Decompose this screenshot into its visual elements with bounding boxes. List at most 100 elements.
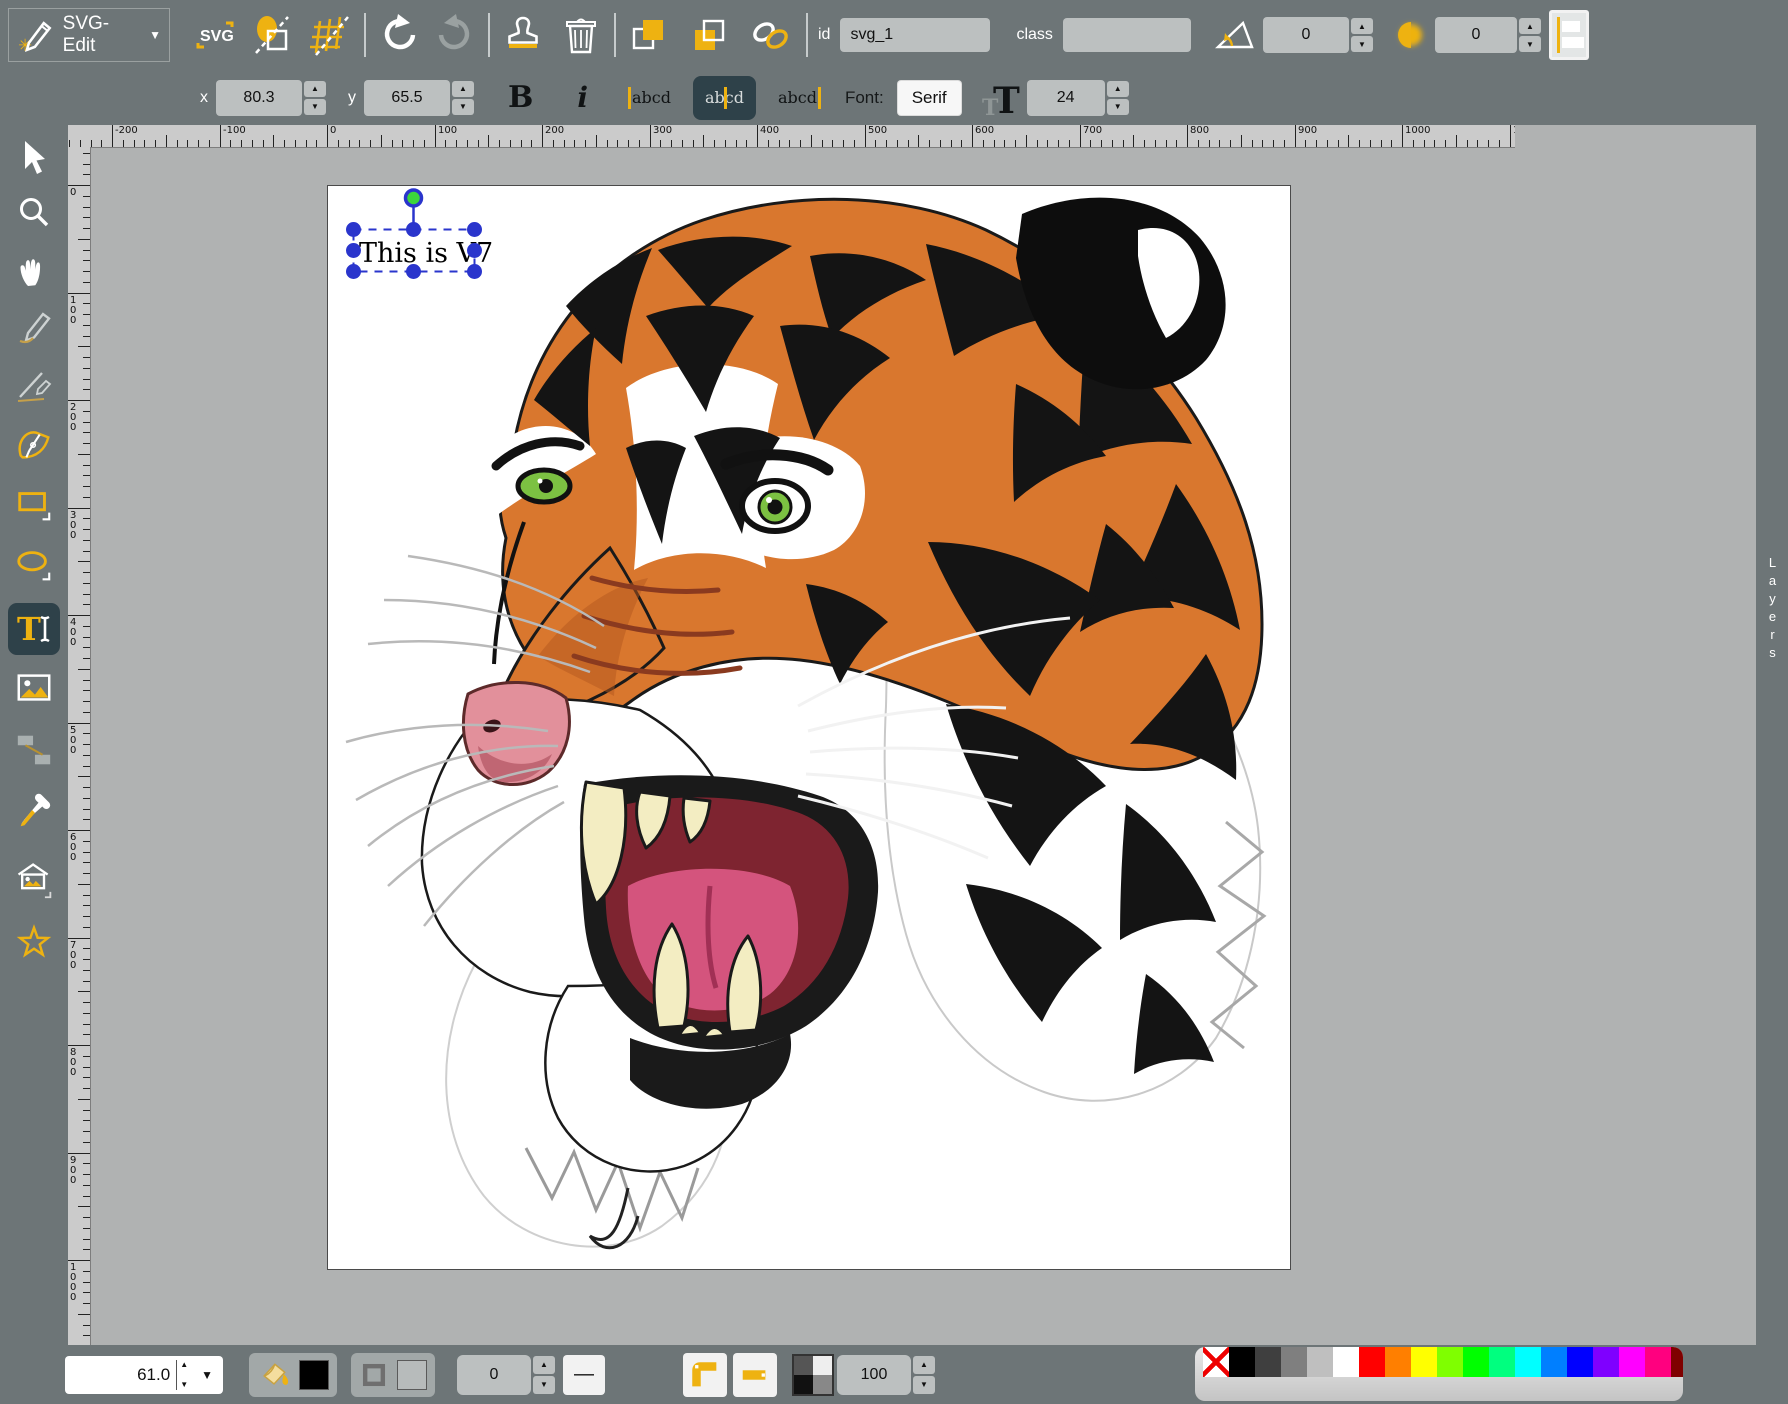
editor-preferences-button[interactable] <box>306 11 354 59</box>
palette-swatch[interactable] <box>1463 1347 1489 1377</box>
y-increment-button[interactable]: ▲ <box>452 81 474 97</box>
palette-swatch[interactable] <box>1645 1347 1671 1377</box>
tool-zoom[interactable] <box>14 193 54 233</box>
resize-handle-s[interactable] <box>406 264 421 279</box>
resize-handle-nw[interactable] <box>346 222 361 237</box>
align-button[interactable] <box>1549 10 1589 60</box>
resize-handle-e[interactable] <box>467 243 482 258</box>
blur-input[interactable]: 0 <box>1435 17 1517 53</box>
tool-text[interactable]: T <box>8 603 60 655</box>
tool-pencil[interactable] <box>14 307 54 347</box>
tool-line[interactable] <box>14 365 54 405</box>
palette-swatch[interactable] <box>1281 1347 1307 1377</box>
resize-handle-w[interactable] <box>346 243 361 258</box>
palette-swatch-none[interactable] <box>1203 1347 1229 1377</box>
tool-star[interactable] <box>14 923 54 963</box>
delete-button[interactable] <box>558 12 604 58</box>
font-size-decrement-button[interactable]: ▼ <box>1107 99 1129 115</box>
fill-color-swatch[interactable] <box>299 1360 329 1390</box>
text-anchor-end-button[interactable]: abcd <box>772 76 823 120</box>
palette-swatch[interactable] <box>1229 1347 1255 1377</box>
stroke-width-decrement-button[interactable]: ▼ <box>533 1376 555 1394</box>
text-anchor-start-button[interactable]: abcd <box>626 76 677 120</box>
angle-input[interactable]: 0 <box>1263 17 1349 53</box>
resize-handle-n[interactable] <box>406 222 421 237</box>
blur-decrement-button[interactable]: ▼ <box>1519 36 1541 52</box>
ruler-label: -200 <box>115 126 138 136</box>
move-to-back-button[interactable] <box>686 12 732 58</box>
tool-pan[interactable] <box>14 249 54 289</box>
stroke-width-input[interactable]: 0 <box>457 1355 531 1395</box>
opacity-input[interactable]: 100 <box>837 1355 911 1395</box>
palette-swatch[interactable] <box>1411 1347 1437 1377</box>
element-class-input[interactable] <box>1063 18 1191 52</box>
angle-decrement-button[interactable]: ▼ <box>1351 36 1373 52</box>
ruler-tick <box>381 135 382 147</box>
svg-canvas[interactable]: This is V7 <box>327 185 1291 1270</box>
move-to-front-button[interactable] <box>626 12 672 58</box>
text-anchor-middle-button[interactable]: abcd <box>693 76 756 120</box>
zoom-decrement-button[interactable]: ▼ <box>180 1381 188 1389</box>
source-editor-button[interactable]: SVG <box>192 13 238 57</box>
stroke-color-swatch[interactable] <box>397 1360 427 1390</box>
element-id-input[interactable]: svg_1 <box>840 18 990 52</box>
ruler-tick <box>392 140 393 147</box>
tool-rect[interactable] <box>14 485 54 525</box>
palette-swatch[interactable] <box>1593 1347 1619 1377</box>
stroke-width-increment-button[interactable]: ▲ <box>533 1356 555 1374</box>
font-size-increment-button[interactable]: ▲ <box>1107 81 1129 97</box>
clone-button[interactable] <box>500 12 546 58</box>
palette-swatch[interactable] <box>1255 1347 1281 1377</box>
palette-swatch[interactable] <box>1489 1347 1515 1377</box>
zoom-increment-button[interactable]: ▲ <box>180 1361 188 1369</box>
tool-ellipse[interactable] <box>14 545 54 585</box>
resize-handle-se[interactable] <box>467 264 482 279</box>
italic-button[interactable]: i <box>577 81 588 114</box>
ruler-tick <box>83 1088 90 1089</box>
palette-swatch[interactable] <box>1385 1347 1411 1377</box>
palette-swatch[interactable] <box>1437 1347 1463 1377</box>
zoom-input[interactable]: 61.0 <box>65 1365 176 1385</box>
tool-shape-library[interactable] <box>14 860 54 900</box>
layers-panel-tab[interactable]: Layers <box>1765 555 1780 663</box>
blur-increment-button[interactable]: ▲ <box>1519 18 1541 34</box>
tool-connector[interactable] <box>14 730 54 770</box>
tool-image[interactable] <box>14 668 54 708</box>
make-link-button[interactable] <box>746 12 796 58</box>
y-decrement-button[interactable]: ▼ <box>452 99 474 115</box>
shape-library-icon <box>14 859 54 901</box>
rotate-grip[interactable] <box>406 190 422 206</box>
tool-path[interactable] <box>14 425 54 465</box>
resize-handle-ne[interactable] <box>467 222 482 237</box>
palette-swatch[interactable] <box>1541 1347 1567 1377</box>
palette-swatch[interactable] <box>1333 1347 1359 1377</box>
x-coordinate-input[interactable]: 80.3 <box>216 80 302 116</box>
y-coordinate-input[interactable]: 65.5 <box>364 80 450 116</box>
tool-eyedropper[interactable] <box>14 790 54 830</box>
palette-swatch[interactable] <box>1307 1347 1333 1377</box>
palette-swatch[interactable] <box>1567 1347 1593 1377</box>
redo-button[interactable] <box>432 12 478 58</box>
stroke-linejoin-button[interactable] <box>683 1353 727 1397</box>
zoom-preset-dropdown[interactable]: ▼ <box>191 1368 223 1382</box>
palette-swatch[interactable] <box>1359 1347 1385 1377</box>
tool-select[interactable] <box>14 138 54 178</box>
stroke-linecap-button[interactable] <box>733 1353 777 1397</box>
undo-button[interactable] <box>376 12 422 58</box>
x-increment-button[interactable]: ▲ <box>304 81 326 97</box>
opacity-decrement-button[interactable]: ▼ <box>913 1376 935 1394</box>
font-family-button[interactable]: Serif <box>898 81 961 115</box>
bold-button[interactable]: B <box>508 80 533 115</box>
ruler-tick <box>596 135 597 147</box>
font-size-input[interactable]: 24 <box>1027 80 1105 116</box>
palette-swatch[interactable] <box>1619 1347 1645 1377</box>
resize-handle-sw[interactable] <box>346 264 361 279</box>
stroke-dash-button[interactable]: — <box>563 1355 605 1395</box>
palette-swatch[interactable] <box>1671 1347 1683 1377</box>
x-decrement-button[interactable]: ▼ <box>304 99 326 115</box>
main-menu-button[interactable]: ✳ SVG-Edit ▼ <box>8 8 170 62</box>
palette-swatch[interactable] <box>1515 1347 1541 1377</box>
document-properties-button[interactable] <box>248 11 296 59</box>
angle-increment-button[interactable]: ▲ <box>1351 18 1373 34</box>
opacity-increment-button[interactable]: ▲ <box>913 1356 935 1374</box>
